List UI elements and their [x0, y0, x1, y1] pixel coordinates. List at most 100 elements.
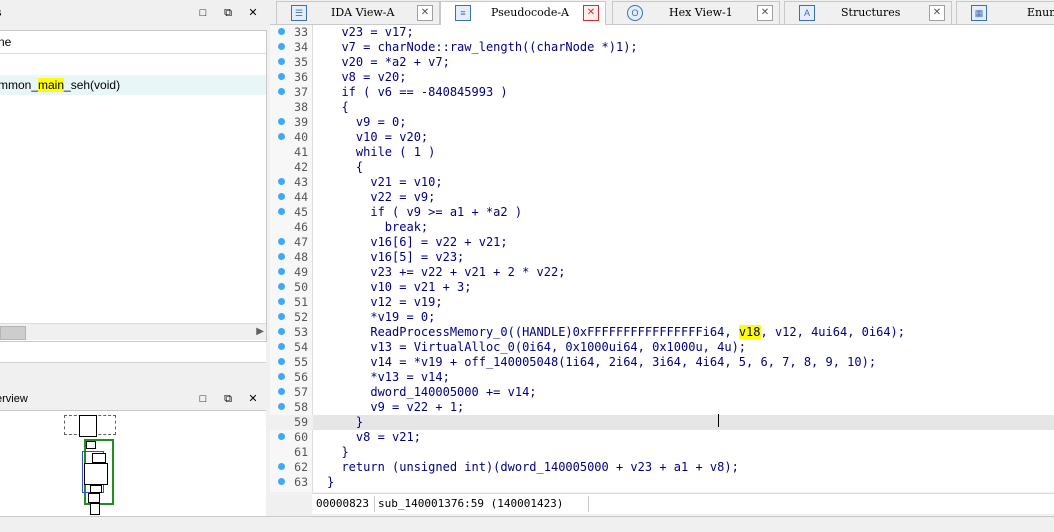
- code-line[interactable]: 33 v23 = v17;: [270, 25, 1054, 40]
- restore-icon[interactable]: □: [195, 5, 211, 21]
- breakpoint-dot-icon[interactable]: [278, 343, 285, 350]
- breakpoint-dot-icon[interactable]: [278, 43, 285, 50]
- highlighted-identifier[interactable]: v18: [738, 325, 761, 339]
- code-line[interactable]: 46 break;: [270, 220, 1054, 235]
- horizontal-scrollbar[interactable]: ▶: [0, 323, 266, 340]
- breakpoint-dot-icon[interactable]: [278, 463, 285, 470]
- structures-icon: A: [799, 5, 815, 21]
- breakpoint-dot-icon[interactable]: [278, 253, 285, 260]
- scrollbar-thumb[interactable]: [0, 326, 26, 340]
- code-text: }: [327, 415, 364, 429]
- ida-view-icon: ☰: [291, 5, 307, 21]
- pseudocode-view[interactable]: 33 v23 = v17; 34 v7 = charNode::raw_lengt…: [270, 25, 1054, 492]
- status-location: sub_140001376:59 (140001423): [378, 497, 564, 510]
- functions-list[interactable]: ne mmon_main_seh(void) ▶: [0, 30, 267, 342]
- restore-icon[interactable]: □: [195, 391, 211, 407]
- breakpoint-dot-icon[interactable]: [278, 208, 285, 215]
- code-text: v9 = 0;: [327, 115, 407, 129]
- close-icon[interactable]: ✕: [245, 391, 261, 407]
- code-text: v14 = *v19 + off_140005048(1i64, 2i64, 3…: [327, 355, 877, 369]
- code-text: v22 = v9;: [327, 190, 436, 204]
- breakpoint-dot-icon[interactable]: [278, 298, 285, 305]
- code-line[interactable]: 37 if ( v6 == -840845993 ): [270, 85, 1054, 100]
- line-number: 61: [294, 445, 308, 459]
- code-line[interactable]: 59 }: [270, 415, 1054, 430]
- code-line[interactable]: 39 v9 = 0;: [270, 115, 1054, 130]
- tab-pseudocode-a[interactable]: ≡ Pseudocode-A ✕: [440, 1, 606, 26]
- breakpoint-dot-icon[interactable]: [278, 358, 285, 365]
- close-tab-icon[interactable]: ✕: [583, 5, 599, 21]
- tab-label: Enums: [1027, 6, 1054, 19]
- breakpoint-dot-icon[interactable]: [278, 328, 285, 335]
- status-separator: [588, 496, 589, 512]
- close-tab-icon[interactable]: ✕: [417, 5, 433, 21]
- breakpoint-dot-icon[interactable]: [278, 388, 285, 395]
- code-line[interactable]: 53 ReadProcessMemory_0((HANDLE)0xFFFFFFF…: [270, 325, 1054, 340]
- code-line[interactable]: 62 return (unsigned int)(dword_140005000…: [270, 460, 1054, 475]
- code-line[interactable]: 60 v8 = v21;: [270, 430, 1054, 445]
- code-line[interactable]: 55 v14 = *v19 + off_140005048(1i64, 2i64…: [270, 355, 1054, 370]
- code-line[interactable]: 57 dword_140005000 += v14;: [270, 385, 1054, 400]
- close-tab-icon[interactable]: ✕: [757, 5, 773, 21]
- code-text: v8 = v21;: [327, 430, 421, 444]
- close-icon[interactable]: ✕: [245, 5, 261, 21]
- graph-overview[interactable]: [0, 410, 266, 517]
- code-line[interactable]: 47 v16[6] = v22 + v21;: [270, 235, 1054, 250]
- breakpoint-dot-icon[interactable]: [278, 403, 285, 410]
- code-text: }: [327, 445, 349, 459]
- code-line[interactable]: 44 v22 = v9;: [270, 190, 1054, 205]
- code-line[interactable]: 38 {: [270, 100, 1054, 115]
- code-line[interactable]: 50 v10 = v21 + 3;: [270, 280, 1054, 295]
- code-line[interactable]: 61 }: [270, 445, 1054, 460]
- graph-node: [92, 453, 106, 463]
- line-number: 49: [294, 265, 308, 279]
- line-number: 39: [294, 115, 308, 129]
- line-number: 53: [294, 325, 308, 339]
- code-line[interactable]: 63}: [270, 475, 1054, 490]
- tab-enums[interactable]: ▦ Enums: [956, 1, 1054, 24]
- graph-node: [86, 441, 96, 449]
- breakpoint-dot-icon[interactable]: [278, 88, 285, 95]
- close-tab-icon[interactable]: ✕: [929, 5, 945, 21]
- breakpoint-dot-icon[interactable]: [278, 193, 285, 200]
- code-line[interactable]: 58 v9 = v22 + 1;: [270, 400, 1054, 415]
- scroll-right-icon[interactable]: ▶: [256, 324, 264, 340]
- code-line[interactable]: 40 v10 = v20;: [270, 130, 1054, 145]
- code-line[interactable]: 43 v21 = v10;: [270, 175, 1054, 190]
- breakpoint-dot-icon[interactable]: [278, 73, 285, 80]
- code-line[interactable]: 48 v16[5] = v23;: [270, 250, 1054, 265]
- breakpoint-dot-icon[interactable]: [278, 268, 285, 275]
- code-line[interactable]: 51 v12 = v19;: [270, 295, 1054, 310]
- status-separator: [374, 496, 375, 512]
- code-line[interactable]: 56 *v13 = v14;: [270, 370, 1054, 385]
- code-line[interactable]: 45 if ( v9 >= a1 + *a2 ): [270, 205, 1054, 220]
- code-line[interactable]: 49 v23 += v22 + v21 + 2 * v22;: [270, 265, 1054, 280]
- code-text: {: [327, 100, 349, 114]
- breakpoint-dot-icon[interactable]: [278, 283, 285, 290]
- tab-ida-view-a[interactable]: ☰ IDA View-A ✕: [276, 1, 440, 24]
- breakpoint-dot-icon[interactable]: [278, 58, 285, 65]
- breakpoint-dot-icon[interactable]: [278, 373, 285, 380]
- function-row-selected[interactable]: mmon_main_seh(void): [0, 75, 266, 95]
- code-text: v10 = v20;: [327, 130, 429, 144]
- breakpoint-dot-icon[interactable]: [278, 118, 285, 125]
- breakpoint-dot-icon[interactable]: [278, 178, 285, 185]
- breakpoint-dot-icon[interactable]: [278, 478, 285, 485]
- function-name-column-header[interactable]: ne: [0, 31, 266, 54]
- breakpoint-dot-icon[interactable]: [278, 238, 285, 245]
- float-icon[interactable]: ⧉: [220, 5, 236, 21]
- code-line[interactable]: 35 v20 = *a2 + v7;: [270, 55, 1054, 70]
- breakpoint-dot-icon[interactable]: [278, 28, 285, 35]
- tab-structures[interactable]: A Structures ✕: [784, 1, 952, 24]
- code-line[interactable]: 34 v7 = charNode::raw_length((charNode *…: [270, 40, 1054, 55]
- code-line[interactable]: 41 while ( 1 ): [270, 145, 1054, 160]
- tab-hex-view-1[interactable]: O Hex View-1 ✕: [612, 1, 780, 24]
- code-line[interactable]: 42 {: [270, 160, 1054, 175]
- breakpoint-dot-icon[interactable]: [278, 133, 285, 140]
- breakpoint-dot-icon[interactable]: [278, 313, 285, 320]
- breakpoint-dot-icon[interactable]: [278, 433, 285, 440]
- code-line[interactable]: 52 *v19 = 0;: [270, 310, 1054, 325]
- code-line[interactable]: 36 v8 = v20;: [270, 70, 1054, 85]
- float-icon[interactable]: ⧉: [220, 391, 236, 407]
- code-line[interactable]: 54 v13 = VirtualAlloc_0(0i64, 0x1000ui64…: [270, 340, 1054, 355]
